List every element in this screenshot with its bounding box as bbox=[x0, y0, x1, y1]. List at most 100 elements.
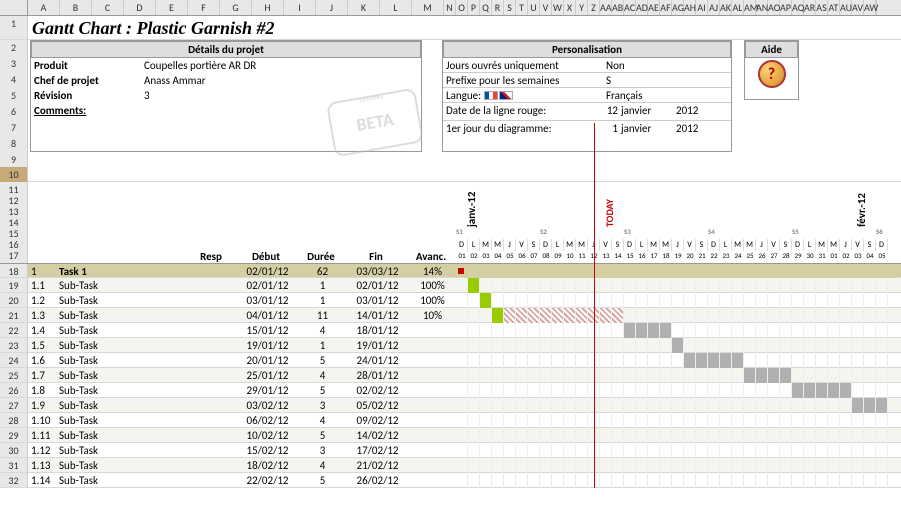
column-header[interactable]: A bbox=[28, 0, 60, 15]
column-header[interactable]: F bbox=[188, 0, 220, 15]
column-header[interactable]: AI bbox=[696, 0, 708, 15]
task-end: 02/01/12 bbox=[346, 278, 406, 292]
column-header[interactable]: R bbox=[492, 0, 504, 15]
task-row[interactable]: 241.6Sub-Task20/01/12524/01/12 bbox=[0, 353, 901, 368]
column-header[interactable]: AU bbox=[840, 0, 852, 15]
column-header[interactable]: T bbox=[516, 0, 528, 15]
column-header[interactable]: AR bbox=[804, 0, 816, 15]
comments-label[interactable]: Comments: bbox=[31, 103, 86, 118]
column-header[interactable]: AK bbox=[720, 0, 732, 15]
task-end: 26/02/12 bbox=[346, 473, 406, 487]
column-header[interactable]: AV bbox=[852, 0, 864, 15]
help-icon[interactable]: ? bbox=[758, 60, 786, 88]
prefix-value[interactable]: S bbox=[603, 73, 611, 87]
column-header[interactable]: P bbox=[468, 0, 480, 15]
column-header[interactable]: U bbox=[528, 0, 540, 15]
task-row[interactable]: 321.14Sub-Task22/02/12526/02/12 bbox=[0, 473, 901, 488]
column-header[interactable]: O bbox=[456, 0, 468, 15]
column-header[interactable]: Z bbox=[588, 0, 600, 15]
column-header[interactable]: AT bbox=[828, 0, 840, 15]
task-end: 21/02/12 bbox=[346, 458, 406, 472]
column-header[interactable]: AJ bbox=[708, 0, 720, 15]
redline-year[interactable]: 2012 bbox=[673, 103, 698, 120]
lang-value[interactable]: Français bbox=[603, 88, 642, 102]
task-name: Sub-Task bbox=[56, 473, 186, 487]
column-header[interactable]: V bbox=[540, 0, 552, 15]
column-header[interactable]: G bbox=[220, 0, 252, 15]
firstday-day[interactable]: 1 bbox=[588, 121, 618, 139]
column-header[interactable]: Y bbox=[576, 0, 588, 15]
redline-month[interactable]: janvier bbox=[618, 103, 673, 120]
column-header[interactable]: AO bbox=[768, 0, 780, 15]
task-end: 14/02/12 bbox=[346, 428, 406, 442]
personal-header: Personalisation bbox=[443, 41, 731, 58]
column-header[interactable]: AA bbox=[600, 0, 612, 15]
column-header[interactable]: AE bbox=[648, 0, 660, 15]
column-header[interactable]: AW bbox=[864, 0, 876, 15]
task-row[interactable]: 211.3Sub-Task04/01/121114/01/1210% bbox=[0, 308, 901, 323]
task-row[interactable]: 271.9Sub-Task03/02/12305/02/12 bbox=[0, 398, 901, 413]
flag-fr-icon bbox=[484, 91, 498, 100]
column-header[interactable]: AG bbox=[672, 0, 684, 15]
column-header[interactable]: D bbox=[124, 0, 156, 15]
task-progress bbox=[406, 368, 456, 382]
column-header[interactable]: Q bbox=[480, 0, 492, 15]
task-duration: 4 bbox=[296, 323, 346, 337]
column-header[interactable]: L bbox=[380, 0, 412, 15]
column-header[interactable]: W bbox=[552, 0, 564, 15]
corner-cell[interactable] bbox=[0, 0, 28, 15]
row-number[interactable]: 1 bbox=[0, 16, 28, 39]
task-row[interactable]: 261.8Sub-Task29/01/12502/02/12 bbox=[0, 383, 901, 398]
task-progress bbox=[406, 443, 456, 457]
task-name: Sub-Task bbox=[56, 353, 186, 367]
column-header[interactable]: X bbox=[564, 0, 576, 15]
column-header[interactable]: AD bbox=[636, 0, 648, 15]
task-row[interactable]: 281.10Sub-Task06/02/12409/02/12 bbox=[0, 413, 901, 428]
column-header[interactable]: AN bbox=[756, 0, 768, 15]
column-header[interactable]: AL bbox=[732, 0, 744, 15]
column-header[interactable]: AH bbox=[684, 0, 696, 15]
firstday-year[interactable]: 2012 bbox=[673, 121, 698, 139]
rev-value[interactable]: 3 bbox=[141, 88, 150, 103]
column-header[interactable]: H bbox=[252, 0, 284, 15]
task-index: 1.5 bbox=[28, 338, 56, 352]
column-header[interactable]: I bbox=[284, 0, 316, 15]
task-header-row[interactable]: 181Task 102/01/126203/03/1214% bbox=[0, 263, 901, 278]
task-index: 1.3 bbox=[28, 308, 56, 322]
pm-value[interactable]: Anass Ammar bbox=[141, 73, 206, 88]
task-progress: 100% bbox=[406, 278, 456, 292]
column-header[interactable]: M bbox=[412, 0, 444, 15]
task-row[interactable]: 231.5Sub-Task19/01/12119/01/12 bbox=[0, 338, 901, 353]
task-row[interactable]: 291.11Sub-Task10/02/12514/02/12 bbox=[0, 428, 901, 443]
column-header[interactable]: E bbox=[156, 0, 188, 15]
column-header[interactable]: AB bbox=[612, 0, 624, 15]
task-duration: 5 bbox=[296, 473, 346, 487]
task-row[interactable]: 311.13Sub-Task18/02/12421/02/12 bbox=[0, 458, 901, 473]
task-row[interactable]: 301.12Sub-Task15/02/12317/02/12 bbox=[0, 443, 901, 458]
product-value[interactable]: Coupelles portière AR DR bbox=[141, 58, 256, 73]
column-header[interactable]: AF bbox=[660, 0, 672, 15]
product-label: Produit bbox=[31, 58, 141, 73]
column-header[interactable]: C bbox=[92, 0, 124, 15]
task-duration: 4 bbox=[296, 413, 346, 427]
task-row[interactable]: 221.4Sub-Task15/01/12418/01/12 bbox=[0, 323, 901, 338]
workdays-value[interactable]: Non bbox=[603, 58, 625, 72]
column-header[interactable]: N bbox=[444, 0, 456, 15]
column-header[interactable]: AQ bbox=[792, 0, 804, 15]
task-end: 24/01/12 bbox=[346, 353, 406, 367]
row-1: 1 Gantt Chart : Plastic Garnish #2 bbox=[0, 16, 901, 40]
task-row[interactable]: 191.1Sub-Task02/01/12102/01/12100% bbox=[0, 278, 901, 293]
task-row[interactable]: 201.2Sub-Task03/01/12103/01/12100% bbox=[0, 293, 901, 308]
redline-day[interactable]: 12 bbox=[588, 103, 618, 120]
column-header[interactable]: B bbox=[60, 0, 92, 15]
column-header[interactable]: AM bbox=[744, 0, 756, 15]
task-row[interactable]: 251.7Sub-Task25/01/12428/01/12 bbox=[0, 368, 901, 383]
column-header[interactable]: AP bbox=[780, 0, 792, 15]
firstday-month[interactable]: janvier bbox=[618, 121, 673, 139]
column-header[interactable]: J bbox=[316, 0, 348, 15]
task-start: 29/01/12 bbox=[236, 383, 296, 397]
column-header[interactable]: S bbox=[504, 0, 516, 15]
column-header[interactable]: AS bbox=[816, 0, 828, 15]
column-header[interactable]: AC bbox=[624, 0, 636, 15]
column-header[interactable]: K bbox=[348, 0, 380, 15]
